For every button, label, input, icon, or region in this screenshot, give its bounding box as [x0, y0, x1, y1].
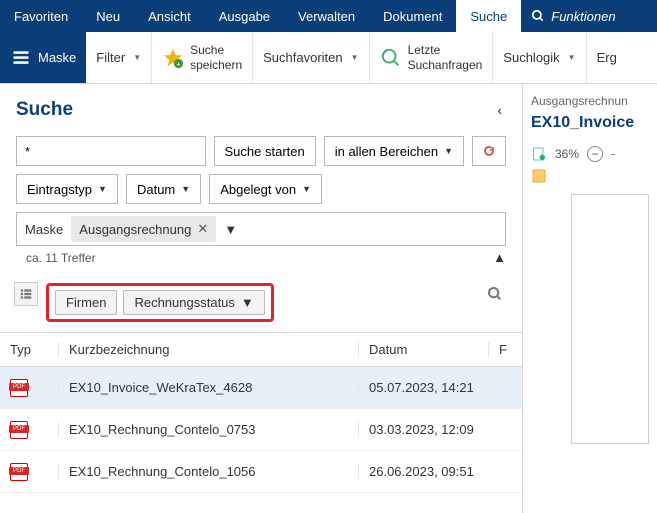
- dropdown-icon: ▼: [351, 53, 359, 62]
- nav-ausgabe[interactable]: Ausgabe: [205, 0, 284, 32]
- cell-date: 03.03.2023, 12:09: [358, 422, 488, 437]
- preview-title: EX10_Invoice: [531, 114, 649, 132]
- maske-chip: Ausgangsrechnung ✕: [71, 216, 216, 242]
- table-row[interactable]: EX10_Invoice_WeKraTex_4628 05.07.2023, 1…: [0, 367, 522, 409]
- cell-name: EX10_Invoice_WeKraTex_4628: [58, 380, 358, 395]
- search-start-button[interactable]: Suche starten: [214, 136, 316, 166]
- maske-dropdown[interactable]: ▼: [224, 222, 237, 237]
- cell-name: EX10_Rechnung_Contelo_1056: [58, 464, 358, 479]
- ribbon-suchlogik[interactable]: Suchlogik ▼: [493, 32, 586, 83]
- view-toggle-button[interactable]: [14, 282, 38, 306]
- grid-header: Typ Kurzbezeichnung Datum F: [0, 333, 522, 367]
- results-grid: Typ Kurzbezeichnung Datum F EX10_Invoice…: [0, 332, 522, 513]
- filter-datum[interactable]: Datum▼: [126, 174, 201, 204]
- ribbon-maske[interactable]: Maske: [0, 32, 86, 83]
- ribbon-letzte-label: Letzte Suchanfragen: [408, 43, 483, 72]
- results-search-button[interactable]: [480, 279, 510, 309]
- cell-date: 26.06.2023, 09:51: [358, 464, 488, 479]
- filter-abgelegt-von[interactable]: Abgelegt von▼: [209, 174, 322, 204]
- maske-filter-row: Maske Ausgangsrechnung ✕ ▼: [16, 212, 506, 246]
- ribbon-suche-speichern-label: Suche speichern: [190, 43, 242, 72]
- table-row[interactable]: EX10_Rechnung_Contelo_1056 26.06.2023, 0…: [0, 451, 522, 493]
- zoom-value: 36%: [555, 147, 579, 161]
- nav-verwalten[interactable]: Verwalten: [284, 0, 369, 32]
- ribbon-maske-label: Maske: [38, 50, 76, 65]
- search-scope-select[interactable]: in allen Bereichen▼: [324, 136, 464, 166]
- col-datum[interactable]: Datum: [358, 342, 488, 357]
- col-typ[interactable]: Typ: [0, 342, 58, 357]
- dropdown-icon: ▼: [568, 53, 576, 62]
- nav-neu[interactable]: Neu: [82, 0, 134, 32]
- search-icon: [531, 9, 545, 23]
- chip-remove-icon[interactable]: ✕: [197, 221, 208, 237]
- nav-favoriten[interactable]: Favoriten: [0, 0, 82, 32]
- nav-suche[interactable]: Suche: [456, 0, 521, 32]
- dropdown-icon: ▼: [133, 53, 141, 62]
- ribbon-ergebnis[interactable]: Erg: [587, 32, 627, 83]
- table-row[interactable]: EX10_Rechnung_Contelo_0753 03.03.2023, 1…: [0, 409, 522, 451]
- nav-function-search[interactable]: Funktionen: [521, 0, 625, 32]
- filter-eintragstyp[interactable]: Eintragstyp▼: [16, 174, 118, 204]
- ribbon-letzte-suchanfragen[interactable]: Letzte Suchanfragen: [370, 32, 494, 83]
- cell-date: 05.07.2023, 14:21: [358, 380, 488, 395]
- ribbon-filter[interactable]: Filter ▼: [86, 32, 152, 83]
- document-icon[interactable]: [531, 146, 547, 162]
- nav-dokument[interactable]: Dokument: [369, 0, 456, 32]
- zoom-slider[interactable]: [611, 154, 615, 155]
- ribbon: Maske Filter ▼ + Suche speichern Suchfav…: [0, 32, 657, 84]
- search-query-input[interactable]: [16, 136, 206, 166]
- search-icon: [487, 286, 503, 302]
- hit-count: ca. 11 Treffer: [26, 251, 96, 265]
- breadcrumb: Ausgangsrechnun: [531, 94, 649, 108]
- list-view-icon: [19, 287, 33, 301]
- maske-label: Maske: [25, 222, 63, 237]
- search-title: Suche: [16, 99, 73, 121]
- facet-highlight: Firmen Rechnungsstatus▼: [46, 283, 274, 322]
- maske-chip-label: Ausgangsrechnung: [79, 222, 191, 237]
- col-f[interactable]: F: [488, 342, 522, 357]
- cell-name: EX10_Rechnung_Contelo_0753: [58, 422, 358, 437]
- facet-rechnungsstatus[interactable]: Rechnungsstatus▼: [123, 290, 264, 315]
- search-panel: Suche ‹ Suche starten in allen Bereichen…: [0, 84, 523, 513]
- col-kurzbezeichnung[interactable]: Kurzbezeichnung: [58, 342, 358, 357]
- collapse-icon[interactable]: ‹: [493, 98, 506, 122]
- ribbon-suchlogik-label: Suchlogik: [503, 50, 559, 65]
- collapse-up-icon[interactable]: ▲: [493, 250, 506, 265]
- pdf-icon: [10, 379, 28, 397]
- nav-function-search-label: Funktionen: [551, 9, 615, 24]
- pdf-icon: [10, 421, 28, 439]
- refresh-button[interactable]: [472, 136, 506, 166]
- ribbon-ergebnis-label: Erg: [597, 50, 617, 65]
- star-plus-icon: +: [162, 47, 184, 69]
- note-icon[interactable]: [531, 168, 547, 184]
- top-nav: Favoriten Neu Ansicht Ausgabe Verwalten …: [0, 0, 657, 32]
- refresh-icon: [483, 144, 495, 158]
- nav-ansicht[interactable]: Ansicht: [134, 0, 205, 32]
- history-search-icon: [380, 47, 402, 69]
- pdf-icon: [10, 463, 28, 481]
- zoom-out-button[interactable]: −: [587, 146, 603, 162]
- ribbon-suchfavoriten-label: Suchfavoriten: [263, 50, 343, 65]
- svg-text:+: +: [176, 59, 180, 68]
- document-preview: [571, 194, 649, 444]
- ribbon-filter-label: Filter: [96, 50, 125, 65]
- mask-icon: [10, 47, 32, 69]
- facet-firmen[interactable]: Firmen: [55, 290, 117, 315]
- ribbon-suchfavoriten[interactable]: Suchfavoriten ▼: [253, 32, 369, 83]
- preview-panel: Ausgangsrechnun EX10_Invoice 36% −: [523, 84, 657, 513]
- ribbon-suche-speichern[interactable]: + Suche speichern: [152, 32, 253, 83]
